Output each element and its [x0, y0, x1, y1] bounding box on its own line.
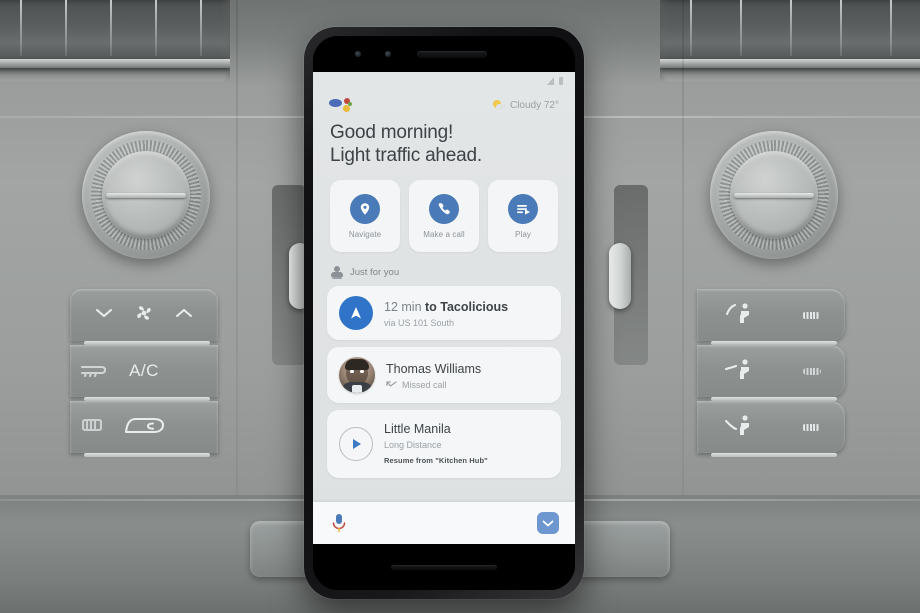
airflow-face-button[interactable] [697, 289, 845, 345]
rear-defrost-icon [81, 418, 103, 436]
battery-icon [559, 77, 563, 85]
fan-icon [134, 303, 154, 327]
call-status-row: Missed call [386, 380, 481, 390]
sun-cloud-icon [492, 99, 506, 111]
suggestion-feed: 12 min to Tacolicious via US 101 South T… [313, 279, 575, 502]
assistant-driving-mode-screen: Cloudy 72° Good morning! Light traffic a… [313, 72, 575, 544]
fan-speed-row[interactable] [70, 289, 218, 345]
chevron-down-icon[interactable] [94, 306, 114, 324]
navigation-destination: to Tacolicious [421, 300, 509, 315]
chevron-up-icon[interactable] [174, 306, 194, 324]
just-for-you-label: Just for you [350, 267, 400, 279]
quick-actions-row: Navigate Make a call Play [313, 167, 575, 253]
chevron-down-icon [542, 520, 554, 526]
person-icon [331, 266, 343, 280]
defrost-icon [80, 361, 107, 381]
weather-widget[interactable]: Cloudy 72° [492, 99, 559, 111]
feed-card-navigation[interactable]: 12 min to Tacolicious via US 101 South [327, 286, 561, 341]
earpiece-speaker [417, 51, 487, 58]
media-subtitle: Long Distance [384, 440, 442, 451]
greeting-line-1: Good morning! [330, 122, 454, 143]
greeting-block: Good morning! Light traffic ahead. [313, 116, 575, 167]
front-camera-icon [355, 51, 361, 57]
airflow-button-stack-right [697, 289, 845, 457]
microphone-icon[interactable] [329, 512, 349, 534]
feed-card-missed-call[interactable]: Thomas Williams Missed call [327, 347, 561, 404]
feed-card-media[interactable]: Little Manila Long Distance Resume from … [327, 410, 561, 479]
media-title: Little Manila [384, 422, 451, 437]
quick-action-make-a-call[interactable]: Make a call [409, 180, 479, 253]
missed-call-icon [386, 381, 397, 387]
avatar [339, 357, 375, 394]
airflow-vent-bars-icon [803, 367, 821, 375]
airflow-vent-bars-icon [803, 423, 819, 431]
bottom-speaker [391, 565, 497, 570]
ac-button[interactable]: A/C [70, 345, 218, 401]
media-resume-hint: Resume from "Kitchen Hub" [384, 456, 488, 466]
quick-action-label: Navigate [348, 229, 382, 239]
call-status-text: Missed call [402, 380, 447, 391]
play-circle-icon[interactable] [339, 427, 373, 462]
airflow-body-button[interactable] [697, 345, 845, 401]
quick-action-label: Make a call [423, 229, 465, 239]
greeting-line-2: Light traffic ahead. [330, 145, 482, 167]
phone-mount-arm-right[interactable] [609, 243, 631, 309]
collapse-chevron-down-button[interactable] [537, 512, 559, 534]
air-vent-right [660, 0, 920, 82]
airflow-vent-bars-icon [803, 311, 819, 319]
contact-name: Thomas Williams [386, 362, 482, 377]
screen-bottom-bar [313, 502, 575, 544]
phone-icon [429, 193, 459, 224]
just-for-you-header: Just for you [313, 252, 575, 280]
screen-header: Cloudy 72° [313, 90, 575, 116]
quick-action-navigate[interactable]: Navigate [330, 180, 400, 253]
status-bar [313, 72, 575, 90]
playlist-play-icon [508, 193, 538, 224]
airflow-feet-button[interactable] [697, 401, 845, 457]
airflow-face-icon [725, 303, 749, 323]
recirculate-air-icon [122, 414, 166, 440]
phone-screen-area: Cloudy 72° Good morning! Light traffic a… [313, 36, 575, 590]
navigation-eta: 12 min [384, 300, 422, 315]
recirculate-button[interactable] [70, 401, 218, 457]
ac-label: A/C [129, 361, 159, 380]
location-pin-icon [350, 193, 380, 224]
weather-text: Cloudy 72° [509, 99, 559, 111]
navigation-arrow-icon [339, 296, 373, 331]
airflow-feet-icon [724, 415, 749, 435]
temperature-knob-right[interactable] [710, 131, 838, 259]
air-vent-left [0, 0, 230, 82]
phone-top-bezel [313, 36, 575, 72]
navigation-title: 12 min to Tacolicious [384, 300, 508, 314]
mounted-smartphone: Cloudy 72° Good morning! Light traffic a… [304, 27, 584, 599]
front-camera-secondary-icon [385, 51, 391, 57]
google-assistant-logo [329, 97, 353, 113]
quick-action-label: Play [515, 229, 531, 239]
navigation-route: via US 101 South [384, 318, 455, 329]
climate-button-stack-left: A/C [70, 289, 218, 457]
quick-action-play[interactable]: Play [488, 180, 558, 253]
airflow-body-icon [724, 359, 749, 379]
phone-bottom-bezel [313, 544, 575, 590]
signal-bars-icon [547, 77, 554, 85]
temperature-knob-left[interactable] [82, 131, 210, 259]
